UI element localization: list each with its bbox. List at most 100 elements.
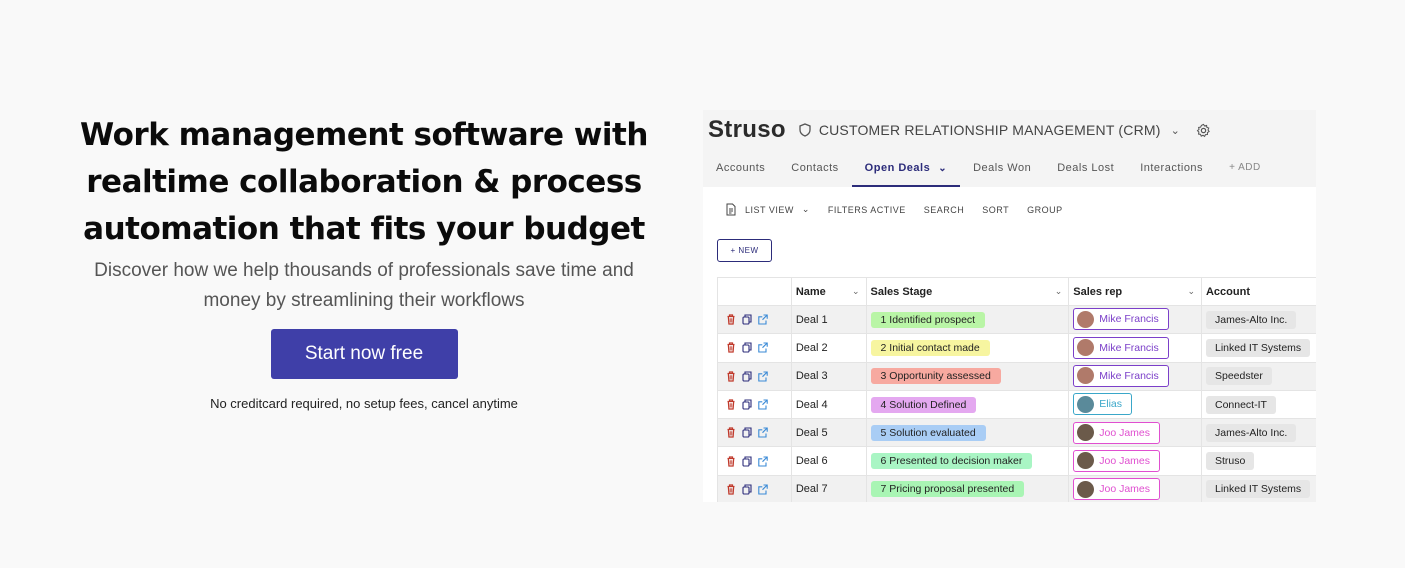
copy-icon[interactable]: [742, 456, 752, 467]
name-cell[interactable]: Deal 3: [790, 361, 867, 391]
trash-icon[interactable]: [726, 399, 736, 410]
name-cell[interactable]: Deal 6: [790, 446, 867, 476]
table-row[interactable]: Deal 6 6 Presented to decision maker Joo J…: [717, 446, 1316, 476]
account-cell[interactable]: Linked IT Systems: [1200, 333, 1316, 363]
name-cell[interactable]: Deal 7: [790, 474, 867, 502]
chevron-down-icon[interactable]: ⌄: [1171, 124, 1180, 137]
chevron-down-icon[interactable]: ⌄: [1187, 286, 1195, 297]
sales-rep-chip[interactable]: Joo James: [1073, 421, 1161, 444]
table-row[interactable]: Deal 7 7 Pricing proposal presented Joo Ja…: [717, 474, 1316, 502]
gear-icon[interactable]: [1196, 123, 1211, 138]
copy-icon[interactable]: [742, 371, 752, 382]
table-row[interactable]: Deal 2 2 Initial contact made Mike Francis…: [717, 333, 1316, 363]
new-record-button[interactable]: + NEW: [717, 239, 772, 262]
tab-interactions[interactable]: Interactions: [1127, 150, 1216, 187]
account-chip[interactable]: Linked IT Systems: [1205, 338, 1311, 357]
chevron-down-icon[interactable]: ⌄: [938, 163, 947, 174]
table-row[interactable]: Deal 4 4 Solution Defined Elias Connect-IT: [717, 389, 1316, 420]
sales-rep-name: Mike Francis: [1099, 341, 1159, 354]
trash-icon[interactable]: [726, 456, 736, 467]
chevron-down-icon[interactable]: ⌄: [852, 286, 860, 297]
external-link-icon[interactable]: [758, 484, 768, 495]
sales-stage-cell[interactable]: 7 Pricing proposal presented: [865, 474, 1070, 502]
group-button[interactable]: GROUP: [1027, 205, 1063, 215]
trash-icon[interactable]: [726, 314, 736, 325]
external-link-icon[interactable]: [758, 314, 768, 325]
chevron-down-icon[interactable]: ⌄: [1055, 286, 1063, 297]
tab-deals-won[interactable]: Deals Won: [960, 150, 1044, 187]
sales-stage-cell[interactable]: 4 Solution Defined: [865, 389, 1070, 420]
sales-rep-chip[interactable]: Mike Francis: [1073, 308, 1169, 331]
account-cell[interactable]: Struso: [1200, 446, 1316, 476]
external-link-icon[interactable]: [758, 427, 768, 438]
sales-rep-cell[interactable]: Mike Francis: [1068, 361, 1202, 391]
column-header-account[interactable]: Account: [1200, 277, 1316, 306]
copy-icon[interactable]: [742, 427, 752, 438]
filters-button[interactable]: FILTERS ACTIVE: [828, 205, 906, 215]
sales-rep-chip[interactable]: Joo James: [1073, 478, 1161, 501]
sales-rep-chip[interactable]: Joo James: [1073, 449, 1161, 472]
sales-rep-cell[interactable]: Joo James: [1068, 446, 1202, 476]
sales-rep-cell[interactable]: Mike Francis: [1068, 333, 1202, 363]
column-header-name[interactable]: Name ⌄: [790, 277, 867, 306]
account-cell[interactable]: Speedster: [1200, 361, 1316, 391]
avatar: [1077, 424, 1095, 442]
sales-rep-chip[interactable]: Elias: [1073, 393, 1132, 416]
shield-icon: [799, 123, 811, 137]
list-view-button[interactable]: LIST VIEW ⌄: [725, 203, 810, 216]
account-chip[interactable]: Struso: [1205, 452, 1255, 471]
sales-rep-cell[interactable]: Joo James: [1068, 474, 1202, 502]
table-row[interactable]: Deal 1 1 Identified prospect Mike Francis J…: [717, 304, 1316, 335]
sales-stage-cell[interactable]: 5 Solution evaluated: [865, 418, 1070, 448]
table-row[interactable]: Deal 5 5 Solution evaluated Joo James James…: [717, 418, 1316, 448]
trash-icon[interactable]: [726, 427, 736, 438]
start-now-button[interactable]: Start now free: [270, 329, 458, 379]
external-link-icon[interactable]: [758, 399, 768, 410]
copy-icon[interactable]: [742, 342, 752, 353]
search-button[interactable]: SEARCH: [924, 205, 965, 215]
account-chip[interactable]: James-Alto Inc.: [1205, 423, 1297, 442]
sales-rep-chip[interactable]: Mike Francis: [1073, 364, 1169, 387]
sort-button[interactable]: SORT: [982, 205, 1009, 215]
tab-open-deals[interactable]: Open Deals ⌄: [851, 150, 961, 187]
sales-rep-cell[interactable]: Elias: [1068, 389, 1202, 420]
sales-rep-cell[interactable]: Joo James: [1068, 418, 1202, 448]
account-cell[interactable]: James-Alto Inc.: [1200, 418, 1316, 448]
stage-badge: 3 Opportunity assessed: [870, 368, 1001, 385]
sales-stage-cell[interactable]: 1 Identified prospect: [865, 304, 1070, 335]
add-tab-button[interactable]: + ADD: [1216, 150, 1274, 187]
copy-icon[interactable]: [742, 399, 752, 410]
external-link-icon[interactable]: [758, 371, 768, 382]
account-cell[interactable]: Linked IT Systems: [1200, 474, 1316, 502]
account-chip[interactable]: Linked IT Systems: [1205, 480, 1311, 499]
account-chip[interactable]: Speedster: [1205, 367, 1272, 386]
tab-contacts[interactable]: Contacts: [778, 150, 851, 187]
avatar: [1077, 310, 1095, 328]
sales-rep-cell[interactable]: Mike Francis: [1068, 304, 1202, 335]
name-cell[interactable]: Deal 4: [790, 389, 867, 420]
external-link-icon[interactable]: [758, 342, 768, 353]
sales-stage-cell[interactable]: 6 Presented to decision maker: [865, 446, 1070, 476]
name-cell[interactable]: Deal 5: [790, 418, 867, 448]
column-header-sales-rep[interactable]: Sales rep ⌄: [1068, 277, 1202, 306]
tab-accounts[interactable]: Accounts: [703, 150, 778, 187]
trash-icon[interactable]: [726, 342, 736, 354]
external-link-icon[interactable]: [758, 456, 768, 467]
column-header-label: Account: [1205, 285, 1250, 298]
account-chip[interactable]: James-Alto Inc.: [1205, 310, 1297, 329]
column-header-sales-stage[interactable]: Sales Stage ⌄: [865, 277, 1070, 306]
account-cell[interactable]: Connect-IT: [1200, 389, 1316, 420]
copy-icon[interactable]: [742, 314, 752, 325]
account-cell[interactable]: James-Alto Inc.: [1200, 304, 1316, 335]
tab-deals-lost[interactable]: Deals Lost: [1044, 150, 1127, 187]
name-cell[interactable]: Deal 2: [790, 333, 867, 363]
name-cell[interactable]: Deal 1: [790, 304, 867, 335]
copy-icon[interactable]: [742, 484, 752, 495]
sales-stage-cell[interactable]: 2 Initial contact made: [865, 333, 1070, 363]
sales-rep-chip[interactable]: Mike Francis: [1073, 336, 1169, 359]
account-chip[interactable]: Connect-IT: [1205, 395, 1276, 414]
trash-icon[interactable]: [726, 484, 736, 495]
trash-icon[interactable]: [726, 371, 736, 382]
sales-stage-cell[interactable]: 3 Opportunity assessed: [865, 361, 1070, 391]
table-row[interactable]: Deal 3 3 Opportunity assessed Mike Francis…: [717, 361, 1316, 391]
